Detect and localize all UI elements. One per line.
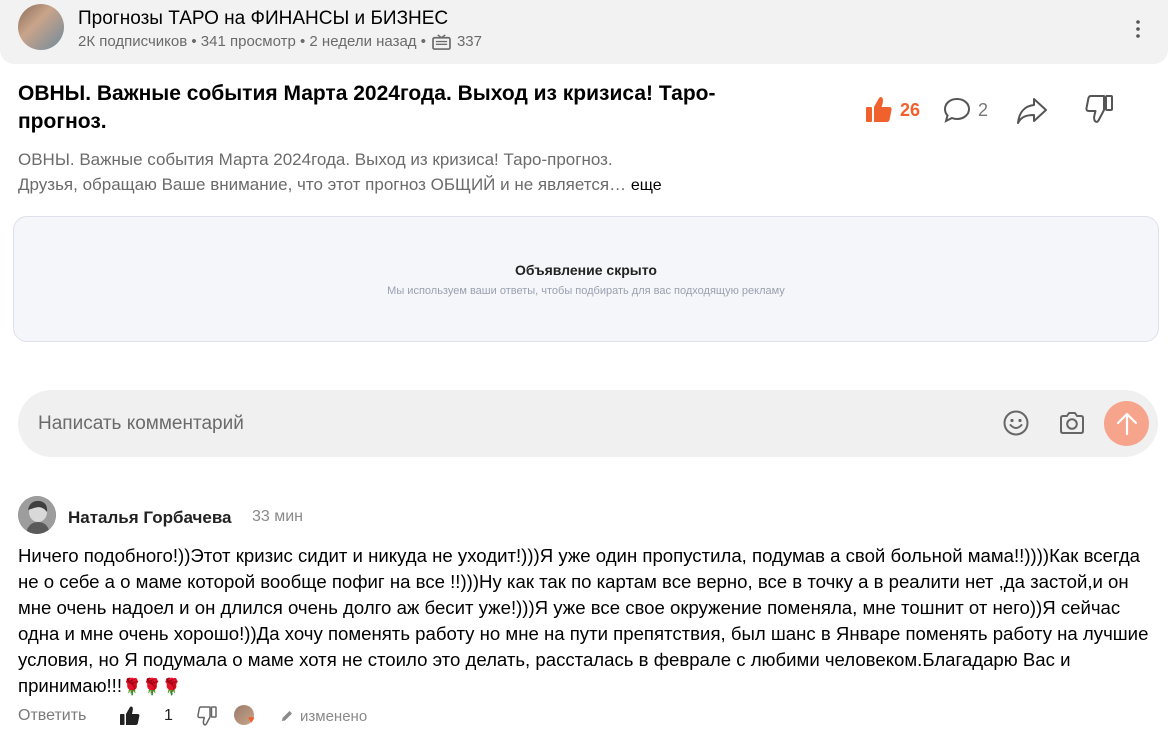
comment-time: 33 мин [252, 508, 304, 525]
arrow-up-icon [1116, 412, 1137, 435]
channel-header: Прогнозы ТАРО на ФИНАНСЫ и БИЗНЕС 2К под… [0, 0, 1168, 64]
rose-emoji: 🌹🌹🌹 [122, 679, 182, 696]
thumbs-up-icon [866, 97, 892, 122]
comment-count: 2 [978, 99, 989, 120]
channel-meta: 2К подписчиков • 341 просмотр • 2 недели… [78, 33, 482, 50]
pencil-icon [282, 711, 292, 721]
more-options-icon[interactable] [1128, 18, 1148, 40]
camera-icon[interactable] [1058, 409, 1086, 437]
comment-thumbs-up-icon[interactable] [119, 705, 141, 727]
article-description: ОВНЫ. Важные события Марта 2024года. Вых… [18, 147, 778, 198]
description-line-1: ОВНЫ. Важные события Марта 2024года. Вых… [18, 150, 613, 169]
comment-like-count: 1 [164, 707, 173, 724]
avatar-image [18, 496, 56, 534]
description-line-2: Друзья, обращаю Ваше внимание, что этот … [18, 175, 627, 194]
edited-label: изменено [300, 708, 368, 725]
channel-avatar[interactable] [18, 4, 64, 50]
ad-title: Объявление скрыто [515, 262, 657, 278]
like-button[interactable]: 26 [864, 92, 928, 128]
comment-composer [18, 390, 1158, 457]
ad-subtitle: Мы используем ваши ответы, чтобы подбира… [387, 285, 785, 297]
comment-actions: Ответить 1 ♥ изменено [18, 705, 618, 729]
commenter-name[interactable]: Наталья Горбачева [68, 508, 232, 528]
reply-button[interactable]: Ответить [18, 707, 86, 725]
send-button[interactable] [1104, 401, 1149, 446]
heart-icon: ♥ [248, 714, 255, 726]
commenter-avatar[interactable] [18, 496, 56, 534]
article-title[interactable]: ОВНЫ. Важные события Марта 2024года. Вых… [18, 80, 798, 136]
comment-bubble-icon [943, 97, 971, 123]
channel-name[interactable]: Прогнозы ТАРО на ФИНАНСЫ и БИЗНЕС [78, 8, 448, 30]
more-link[interactable]: еще [631, 177, 662, 194]
comment-input[interactable] [38, 390, 938, 457]
comment-text: Ничего подобного!))Этот кризис сидит и н… [18, 545, 1149, 696]
share-icon[interactable] [1014, 92, 1050, 128]
thumbs-down-icon[interactable] [1082, 92, 1118, 128]
comments-button[interactable]: 2 [942, 92, 998, 128]
comment-thumbs-down-icon[interactable] [196, 705, 218, 727]
like-count: 26 [900, 99, 921, 120]
comment-body: Ничего подобного!))Этот кризис сидит и н… [18, 543, 1163, 701]
channel-stats: 2К подписчиков • 341 просмотр • 2 недели… [78, 33, 426, 50]
emoji-icon[interactable] [1002, 409, 1030, 437]
video-icon [432, 33, 451, 50]
video-count: 337 [456, 33, 482, 50]
hidden-ad-box: Объявление скрыто Мы используем ваши отв… [13, 216, 1159, 342]
